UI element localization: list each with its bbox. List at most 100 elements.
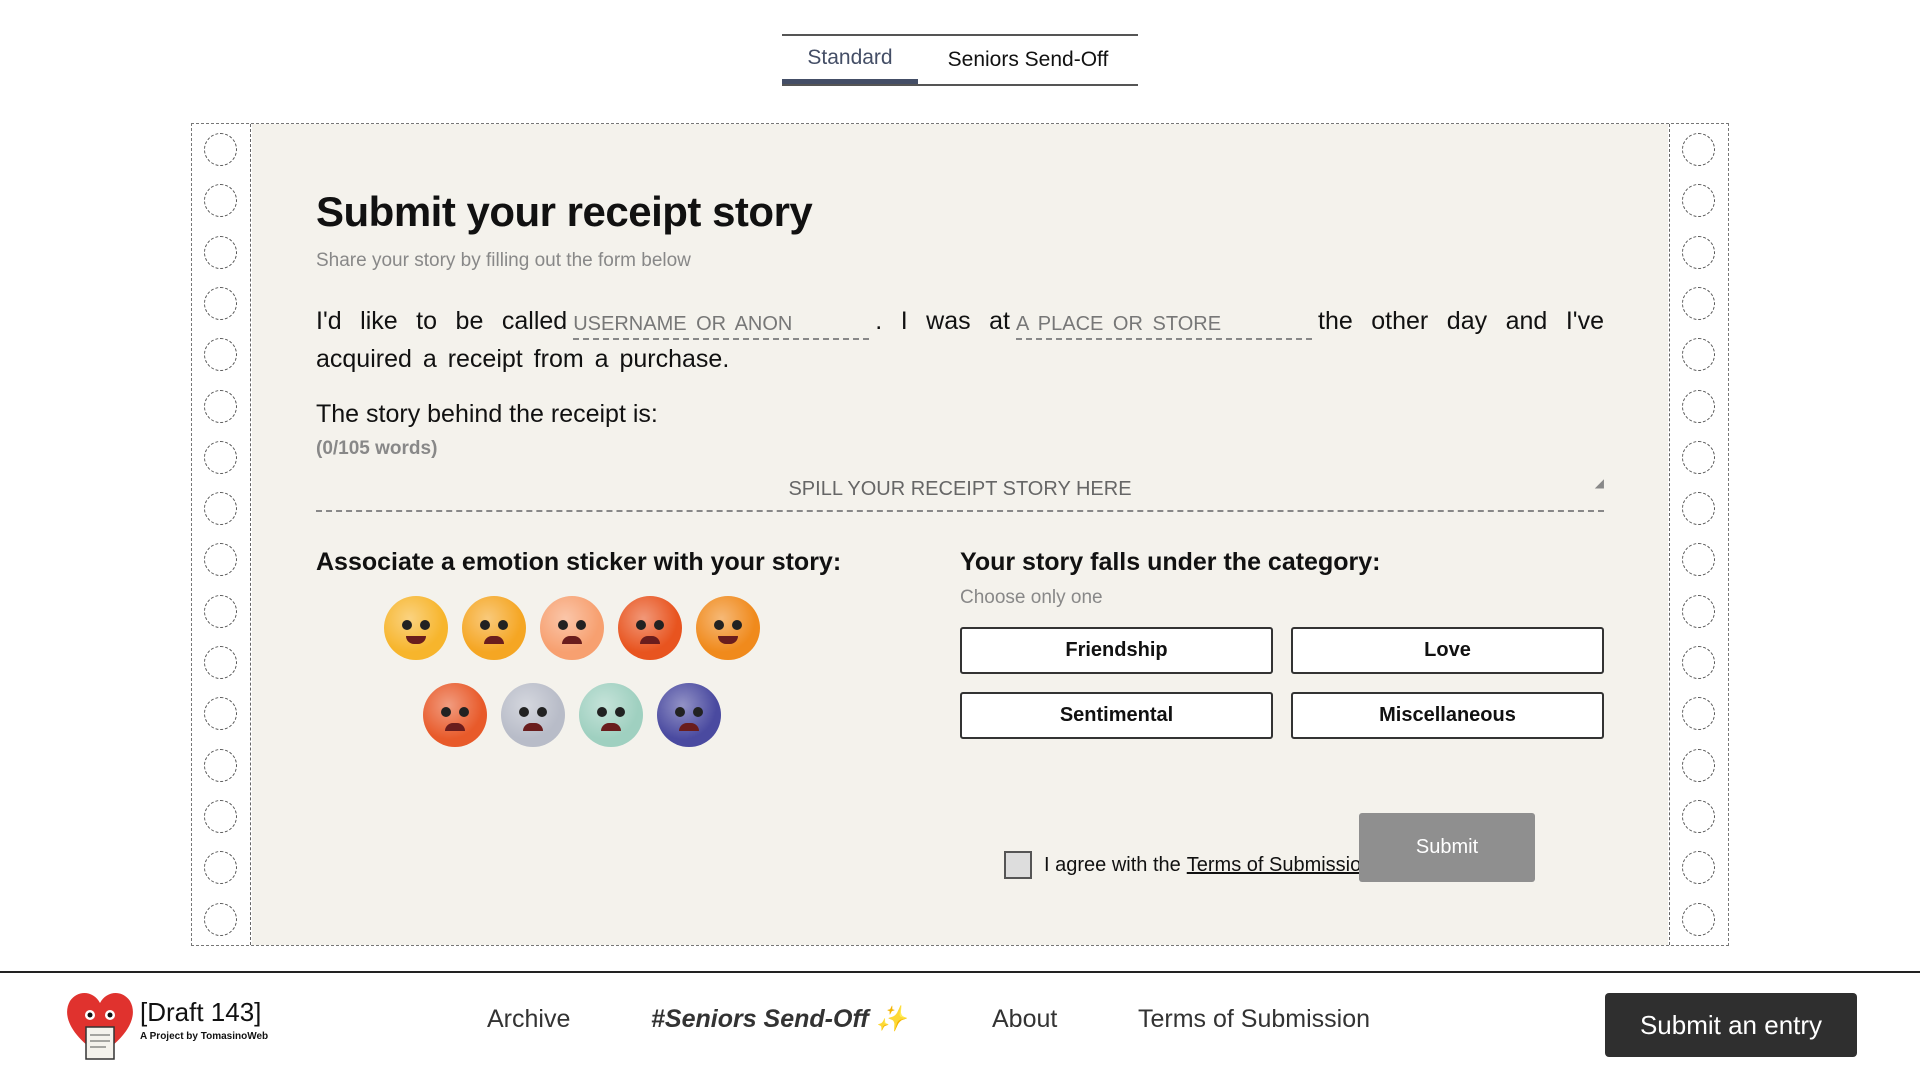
emotion-eye <box>714 620 724 630</box>
story-placeholder: SPILL YOUR RECEIPT STORY HERE <box>788 478 1132 500</box>
perforation-hole <box>204 697 237 731</box>
resize-handle-icon[interactable]: ◢ <box>1595 458 1604 508</box>
page-title: Submit your receipt story <box>316 188 813 235</box>
nav-terms-of-submission[interactable]: Terms of Submission <box>1138 1005 1370 1034</box>
perforation-hole <box>204 235 237 269</box>
site-footer: [Draft 143] A Project by TomasinoWeb Arc… <box>0 971 1920 1080</box>
category-hint: Choose only one <box>960 587 1103 608</box>
sentence-part-2: . I was at <box>875 307 1010 335</box>
emotion-mouth <box>640 636 660 644</box>
emotion-mouth <box>601 723 621 731</box>
perforation-hole <box>1682 748 1715 782</box>
nav-seniors-send-off[interactable]: #Seniors Send-Off ✨ <box>651 1005 907 1034</box>
agree-checkbox[interactable] <box>1004 851 1032 879</box>
tab-seniors-send-off[interactable]: Seniors Send-Off <box>918 36 1138 84</box>
perforation-hole <box>1682 389 1715 423</box>
agree-text: I agree with the <box>1044 853 1181 876</box>
emotion-eye <box>732 620 742 630</box>
emotion-mouth <box>445 723 465 731</box>
emotion-eye <box>441 707 451 717</box>
perforation-hole <box>204 184 237 218</box>
emotion-eye <box>597 707 607 717</box>
intro-sentence: I'd like to be called USERNAME OR ANON. I… <box>316 302 1604 378</box>
emotion-mouth <box>562 636 582 644</box>
perforation-hole <box>204 646 237 679</box>
emotion-angry-icon[interactable] <box>618 596 682 660</box>
mascot-logo-icon[interactable] <box>60 985 140 1061</box>
perforation-hole <box>204 799 237 833</box>
perforation-hole <box>204 440 237 474</box>
emotion-mouth <box>523 723 543 731</box>
sentence-part-1: I'd like to be called <box>316 307 568 335</box>
brand-name[interactable]: [Draft 143] <box>140 997 261 1028</box>
perforation-hole <box>204 594 237 628</box>
perforation-hole <box>1682 851 1715 885</box>
perforation-hole <box>1682 184 1715 218</box>
perforation-hole <box>1682 902 1715 936</box>
right-perforation-strip <box>1669 124 1728 945</box>
submit-button[interactable]: Submit <box>1359 813 1535 882</box>
emotion-mouth <box>406 636 426 644</box>
username-input[interactable]: USERNAME OR ANON <box>573 308 870 340</box>
perforation-hole <box>204 748 237 782</box>
emotion-eye <box>654 620 664 630</box>
category-sentimental-button[interactable]: Sentimental <box>960 692 1273 739</box>
story-label: The story behind the receipt is: <box>316 400 658 428</box>
perforation-hole <box>204 851 237 885</box>
emotion-skeptical-icon[interactable] <box>579 683 643 747</box>
category-friendship-button[interactable]: Friendship <box>960 627 1273 674</box>
emotion-furious-icon[interactable] <box>423 683 487 747</box>
story-textarea[interactable]: SPILL YOUR RECEIPT STORY HERE ◢ <box>316 464 1604 512</box>
emotion-eye <box>615 707 625 717</box>
emotion-eye <box>675 707 685 717</box>
nav-about[interactable]: About <box>992 1005 1057 1034</box>
perforation-hole <box>1682 235 1715 269</box>
nav-archive[interactable]: Archive <box>487 1005 570 1034</box>
perforation-hole <box>1682 799 1715 833</box>
perforation-hole <box>204 902 237 936</box>
emotion-mouth <box>679 723 699 731</box>
category-label: Your story falls under the category: <box>960 548 1381 576</box>
emotion-eye <box>576 620 586 630</box>
perforation-hole <box>204 389 237 423</box>
form-body: Submit your receipt story Share your sto… <box>252 124 1668 945</box>
perforation-hole <box>1682 543 1715 577</box>
brand-subtitle: A Project by TomasinoWeb <box>140 1031 269 1042</box>
emotion-eye <box>636 620 646 630</box>
emotion-sad-icon[interactable] <box>657 683 721 747</box>
category-miscellaneous-button[interactable]: Miscellaneous <box>1291 692 1604 739</box>
submit-entry-button[interactable]: Submit an entry <box>1605 993 1857 1057</box>
emotion-eye <box>459 707 469 717</box>
mode-tabs: Standard Seniors Send-Off <box>782 34 1138 86</box>
emotion-laughing-icon[interactable] <box>384 596 448 660</box>
emotion-eye <box>693 707 703 717</box>
emotion-eye <box>537 707 547 717</box>
emotion-eye <box>498 620 508 630</box>
perforation-hole <box>1682 440 1715 474</box>
perforation-hole <box>1682 133 1715 166</box>
emotion-unamused-icon[interactable] <box>501 683 565 747</box>
perforation-hole <box>204 133 237 166</box>
place-input[interactable]: A PLACE OR STORE <box>1016 308 1312 340</box>
emotion-mouth <box>484 636 504 644</box>
perforation-hole <box>1682 492 1715 526</box>
emotion-yum-icon[interactable] <box>696 596 760 660</box>
category-love-button[interactable]: Love <box>1291 627 1604 674</box>
terms-link[interactable]: Terms of Submission <box>1187 854 1373 877</box>
perforation-hole <box>1682 338 1715 372</box>
left-perforation-strip <box>192 124 251 945</box>
emotion-eye <box>558 620 568 630</box>
emotion-smug-icon[interactable] <box>462 596 526 660</box>
tab-standard[interactable]: Standard <box>782 36 918 84</box>
perforation-hole <box>1682 594 1715 628</box>
emotion-eye <box>420 620 430 630</box>
perforation-hole <box>204 338 237 372</box>
emotion-eye <box>519 707 529 717</box>
perforation-hole <box>204 543 237 577</box>
terms-agreement: I agree with the Terms of Submission <box>1004 851 1372 879</box>
perforation-hole <box>1682 286 1715 320</box>
perforation-hole <box>204 492 237 526</box>
emotion-shocked-icon[interactable] <box>540 596 604 660</box>
perforation-hole <box>1682 646 1715 679</box>
page-subtitle: Share your story by filling out the form… <box>316 250 691 271</box>
